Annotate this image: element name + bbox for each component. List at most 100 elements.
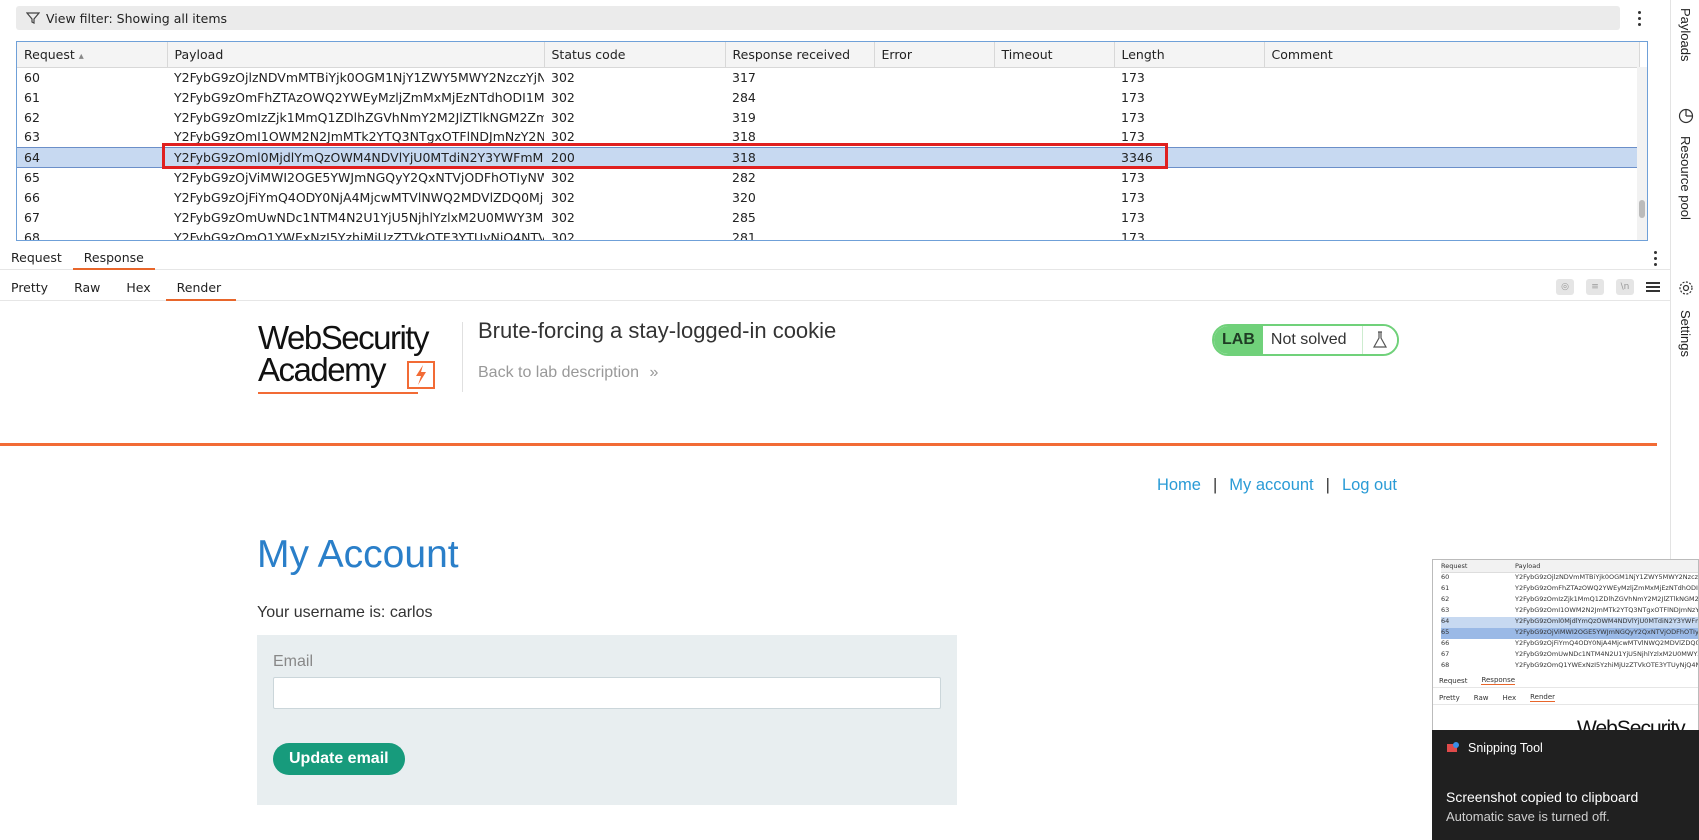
table-row[interactable]: 67 Y2FybG9zOmUwNDc1NTM4N2U1YjU5NjhlYzlxM2…	[17, 207, 1639, 227]
flask-icon[interactable]	[1363, 326, 1398, 354]
cell-error	[874, 167, 994, 187]
column-header-length[interactable]: Length	[1114, 42, 1265, 68]
tab-pretty[interactable]: Pretty	[0, 276, 63, 300]
cell-payload: Y2FybG9zOmUwNDc1NTM4N2U1YjU5NjhlYzlxM2U0…	[174, 209, 544, 225]
mini-cell-request: 67	[1441, 650, 1450, 658]
cell-comment	[1264, 127, 1639, 147]
my-account-link[interactable]: My account	[1229, 476, 1313, 495]
mini-header-row: Request Payload	[1441, 560, 1698, 573]
email-form: Email Update email	[257, 635, 957, 805]
table-row[interactable]: 61 Y2FybG9zOmFhZTAzOWQ2YWEyMzljZmMxMjEzNT…	[17, 87, 1639, 107]
double-chevron-right-icon: »	[649, 364, 659, 381]
cell-payload: Y2FybG9zOmQ1YWExNzI5YzhiMjUzZTVkOTE3YTUy…	[174, 229, 544, 241]
column-header-status-code[interactable]: Status code	[544, 42, 726, 68]
tab-hex[interactable]: Hex	[115, 276, 165, 300]
lab-label: LAB	[1214, 326, 1263, 354]
cell-status: 302	[551, 69, 575, 85]
cell-comment	[1264, 227, 1639, 240]
mini-tab-raw: Raw	[1473, 693, 1489, 702]
cell-comment	[1264, 167, 1639, 187]
logo-line-1: WebSecurity	[258, 319, 429, 356]
table-row[interactable]: 62 Y2FybG9zOmIzZjk1MmQ1ZDlhZGVhNmY2M2JlZT…	[17, 107, 1639, 127]
cell-received: 320	[732, 189, 756, 205]
results-table: Request ▴ Payload Status code Response recei…	[17, 42, 1640, 241]
cell-payload: Y2FybG9zOmFhZTAzOWQ2YWEyMzljZmMxMjEzNTdh…	[174, 89, 544, 105]
cell-length: 173	[1121, 189, 1145, 205]
column-header-label: Timeout	[1001, 46, 1053, 62]
wrap-icon[interactable]: ≡	[1586, 279, 1604, 295]
column-header-label: Response received	[732, 46, 851, 62]
hamburger-menu-icon[interactable]	[1646, 280, 1660, 294]
cell-received: 281	[732, 229, 756, 241]
mini-header-cell: Request	[1441, 562, 1468, 570]
cell-request: 65	[24, 169, 40, 185]
column-header-label: Payload	[174, 46, 224, 62]
column-header-comment[interactable]: Comment	[1264, 42, 1640, 68]
cell-status: 302	[551, 229, 575, 241]
mini-table-row: 67 Y2FybG9zOmUwNDc1NTM4N2U1YjU5NjhlYzlxM2…	[1441, 650, 1698, 661]
cell-request: 60	[24, 69, 40, 85]
column-header-payload[interactable]: Payload	[167, 42, 545, 68]
mini-table-row: 65 Y2FybG9zOjViMWI2OGE5YWJmNGQyY2QxNTVjOD…	[1441, 628, 1698, 639]
account-nav: Home | My account | Log out	[1157, 476, 1397, 495]
sidebar-item-settings[interactable]: Settings	[1671, 280, 1699, 357]
column-header-request[interactable]: Request ▴	[17, 42, 168, 68]
rendered-response: WebSecurity Academy Brute-forcing a stay…	[0, 302, 1657, 840]
view-filter-label: View filter: Showing all items	[46, 10, 228, 26]
mini-cell-request: 64	[1441, 617, 1450, 625]
cell-payload: Y2FybG9zOjFiYmQ4ODY0NjA4MjcwMTVlNWQ2MDVl…	[174, 189, 544, 205]
cell-timeout	[994, 87, 1114, 107]
tab-raw[interactable]: Raw	[63, 276, 115, 300]
cell-length: 173	[1121, 229, 1145, 241]
gear-icon	[1678, 281, 1693, 295]
sidebar-resource-pool-label: Resource pool	[1678, 136, 1693, 220]
snipping-tool-icon	[1447, 742, 1459, 752]
mini-cell-request: 63	[1441, 606, 1450, 614]
snipping-toast[interactable]: Snipping Tool Screenshot copied to clipb…	[1432, 741, 1699, 840]
mini-results-table: Request Payload 60 Y2FybG9zOjlzNDVmMTBiYjk0…	[1441, 560, 1699, 672]
view-filter-bar[interactable]: View filter: Showing all items	[16, 6, 1620, 30]
mini-cell-request: 68	[1441, 661, 1450, 669]
table-row[interactable]: 68 Y2FybG9zOmQ1YWExNzI5YzhiMjUzZTVkOTE3YT…	[17, 227, 1639, 241]
cell-length: 173	[1121, 209, 1145, 225]
column-header-response-received[interactable]: Response received	[725, 42, 875, 68]
table-row[interactable]: 66 Y2FybG9zOjFiYmQ4ODY0NjA4MjcwMTVlNWQ2MD…	[17, 187, 1639, 207]
highlight-box	[162, 143, 1168, 169]
back-to-lab-link[interactable]: Back to lab description »	[478, 364, 658, 382]
pie-chart-icon	[1678, 108, 1693, 124]
tab-request[interactable]: Request	[0, 246, 73, 269]
tab-response[interactable]: Response	[72, 246, 155, 270]
view-tabs: Pretty Raw Hex Render	[0, 276, 1670, 301]
mini-cell-payload: Y2FybG9zOmI1OWM2N2JmMTk2YTQ3NTgxOTFlNDJm…	[1515, 606, 1699, 614]
message-menu-icon[interactable]	[1648, 248, 1662, 268]
hide-icon[interactable]: ◎	[1556, 279, 1574, 295]
update-email-button[interactable]: Update email	[273, 743, 405, 775]
filter-menu-icon[interactable]	[1632, 8, 1646, 28]
mini-tab-request: Request	[1439, 676, 1468, 685]
home-link[interactable]: Home	[1157, 476, 1201, 495]
cell-status: 302	[551, 89, 575, 105]
lab-title: Brute-forcing a stay-logged-in cookie	[478, 318, 837, 343]
sidebar-item-resource-pool[interactable]: Resource pool	[1671, 108, 1699, 220]
logo-underline	[258, 392, 418, 394]
mini-cell-payload: Y2FybG9zOmFhZTAzOWQ2YWEyMzljZmMxMjEzNTdh…	[1515, 584, 1698, 592]
tab-render[interactable]: Render	[165, 276, 237, 301]
lightning-logo-icon	[407, 361, 435, 389]
cell-received: 319	[732, 109, 756, 125]
cell-comment	[1264, 187, 1639, 207]
cell-received: 284	[732, 89, 756, 105]
cell-payload: Y2FybG9zOmIzZjk1MmQ1ZDlhZGVhNmY2M2JlZTlk…	[174, 109, 544, 125]
column-header-error[interactable]: Error	[874, 42, 995, 68]
cell-error	[874, 227, 994, 240]
cell-request: 63	[24, 129, 40, 145]
newline-icon[interactable]: \n	[1616, 279, 1634, 295]
log-out-link[interactable]: Log out	[1342, 476, 1397, 495]
page-title: My Account	[257, 533, 459, 576]
table-row[interactable]: 60 Y2FybG9zOjlzNDVmMTBiYjk0OGM1NjY1ZWY5MW…	[17, 67, 1639, 87]
message-tabs: Request Response	[0, 246, 1670, 270]
sidebar-item-payloads[interactable]: Payloads	[1671, 8, 1699, 61]
table-scrollbar[interactable]	[1637, 67, 1647, 240]
table-row[interactable]: 65 Y2FybG9zOjViMWI2OGE5YWJmNGQyY2QxNTVjOD…	[17, 167, 1639, 187]
column-header-timeout[interactable]: Timeout	[994, 42, 1115, 68]
email-field[interactable]	[273, 677, 941, 709]
